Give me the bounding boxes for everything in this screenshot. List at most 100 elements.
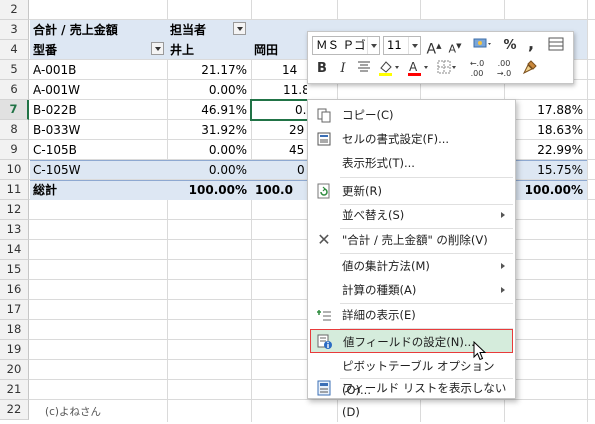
watermark-text: (c)よねさん [45, 406, 101, 418]
menu-item-label: 表示形式(T)... [342, 156, 415, 170]
row-header[interactable]: 8 [0, 120, 29, 140]
pivot-total-cell[interactable]: 100.0 [255, 180, 307, 199]
submenu-arrow-icon [501, 263, 505, 269]
increase-decimal-icon[interactable]: ←.0.00 [465, 59, 489, 79]
row-header[interactable]: 5 [0, 60, 29, 80]
font-name-combo[interactable]: ＭＳ Ｐゴ [312, 36, 380, 55]
menu-item-label: 値フィールドの設定(N)... [343, 335, 475, 349]
menu-item-label: 詳細の表示(E) [342, 308, 416, 322]
menu-separator [340, 177, 513, 178]
pivot-value-cell[interactable]: 0.00% [168, 80, 247, 99]
row-header[interactable]: 22 [0, 400, 29, 420]
pivot-value-label[interactable]: 合計 / 売上金額 [33, 20, 167, 39]
font-color-icon[interactable]: A [405, 59, 431, 79]
row-header[interactable]: 10 [0, 160, 29, 180]
copy-icon [316, 107, 332, 123]
row-header[interactable]: 21 [0, 380, 29, 400]
menu-item-show-details[interactable]: 詳細の表示(E) [310, 303, 513, 327]
row-header[interactable]: 18 [0, 320, 29, 340]
pivot-value-cell[interactable]: 31.92% [168, 120, 247, 139]
pivot-col-header[interactable]: 井上 [170, 40, 248, 59]
accounting-format-icon[interactable] [470, 36, 496, 56]
font-size-combo[interactable]: 11 [383, 36, 421, 55]
shrink-font-icon[interactable]: A▼ [445, 36, 465, 56]
row-header[interactable]: 2 [0, 0, 29, 20]
pivot-value-cell[interactable]: 46.91% [168, 100, 247, 119]
pivot-row-field[interactable]: 型番 [33, 40, 143, 59]
col-filter-dropdown-icon[interactable] [233, 22, 246, 35]
menu-item-remove-field[interactable]: ✕ "合計 / 売上金額" の削除(V) [310, 228, 513, 252]
chevron-down-icon[interactable] [408, 37, 420, 54]
pivot-value-cell[interactable]: 18.63% [516, 120, 583, 139]
pivot-row-label[interactable]: A-001B [33, 60, 163, 79]
row-header[interactable]: 17 [0, 300, 29, 320]
chevron-down-icon[interactable] [367, 37, 379, 54]
svg-text:A: A [409, 60, 418, 74]
field-list-icon [316, 380, 332, 396]
row-filter-dropdown-icon[interactable] [151, 42, 164, 55]
pivot-value-cell[interactable]: 29 [289, 120, 307, 139]
row-header[interactable]: 14 [0, 240, 29, 260]
delete-x-icon: ✕ [317, 230, 331, 249]
row-header[interactable]: 11 [0, 180, 29, 200]
pivot-value-cell[interactable]: 21.17% [168, 60, 247, 79]
pivot-row-label[interactable]: B-033W [33, 120, 163, 139]
pivot-row-label[interactable]: C-105B [33, 140, 163, 159]
mouse-cursor-icon [473, 341, 487, 361]
active-cell-selection[interactable] [250, 99, 309, 121]
pivot-total-cell[interactable]: 100.00% [516, 180, 583, 199]
font-name-value: ＭＳ Ｐゴ [316, 38, 366, 52]
row-header[interactable]: 3 [0, 20, 29, 40]
pivot-row-label[interactable]: C-105W [33, 160, 163, 179]
align-center-icon[interactable] [354, 59, 374, 79]
decrease-decimal-icon[interactable]: .00 →.0 [492, 59, 516, 79]
pivot-value-cell[interactable]: 0 [297, 160, 307, 179]
row-header[interactable]: 13 [0, 220, 29, 240]
grow-font-icon[interactable]: A▲ [424, 36, 444, 58]
percent-style-icon[interactable]: % [500, 36, 520, 56]
pivot-value-cell[interactable]: 14 [282, 60, 307, 79]
font-size-value: 11 [387, 38, 402, 52]
pivot-row-label[interactable]: B-022B [33, 100, 163, 119]
pivot-value-cell[interactable]: 15.75% [516, 160, 583, 179]
pivot-value-cell[interactable]: 11.84% [283, 80, 307, 99]
menu-item-summarize-by[interactable]: 値の集計方法(M) [310, 254, 513, 278]
pivot-value-cell[interactable]: 45 [289, 140, 307, 159]
row-header-selected[interactable]: 7 [0, 100, 29, 120]
menu-item-label: 並べ替え(S) [342, 208, 405, 222]
pivot-col-header[interactable]: 岡田 [254, 40, 304, 59]
row-header[interactable]: 19 [0, 340, 29, 360]
pivot-value-cell[interactable]: 22.99% [516, 140, 583, 159]
menu-item-number-format[interactable]: 表示形式(T)... [310, 151, 513, 175]
pivot-value-cell[interactable]: 0.00% [168, 160, 247, 179]
row-header[interactable]: 15 [0, 260, 29, 280]
format-painter-icon[interactable] [520, 59, 540, 79]
row-header[interactable]: 6 [0, 80, 29, 100]
row-header[interactable]: 12 [0, 200, 29, 220]
menu-item-copy[interactable]: コピー(C) [310, 103, 513, 127]
comma-style-icon[interactable]: , [521, 34, 541, 54]
menu-item-label: フィールド リストを表示しない(D) [342, 381, 507, 419]
row-header[interactable]: 4 [0, 40, 29, 60]
fill-color-icon[interactable] [376, 59, 402, 79]
row-header[interactable]: 16 [0, 280, 29, 300]
menu-item-sort[interactable]: 並べ替え(S) [310, 203, 513, 227]
row-header[interactable]: 9 [0, 140, 29, 160]
pivot-value-cell[interactable]: 17.88% [516, 100, 583, 119]
menu-item-label: 計算の種類(A) [342, 283, 417, 297]
menu-item-hide-field-list[interactable]: フィールド リストを表示しない(D) [310, 376, 513, 419]
pivot-col-field[interactable]: 担当者 [170, 20, 230, 39]
pivot-row-label[interactable]: A-001W [33, 80, 163, 99]
menu-item-show-values-as[interactable]: 計算の種類(A) [310, 278, 513, 302]
pivot-value-cell[interactable]: 0.00% [168, 140, 247, 159]
mini-toolbar: ＭＳ Ｐゴ 11 A▲ A▼ % , B I A ←.0.00 .00 →.0 [307, 31, 574, 84]
menu-item-refresh[interactable]: 更新(R) [310, 179, 513, 203]
format-painter-table-icon[interactable] [546, 36, 566, 56]
pivot-total-cell[interactable]: 100.00% [168, 180, 247, 199]
pivot-total-label[interactable]: 総計 [33, 180, 163, 199]
menu-item-format-cells[interactable]: セルの書式設定(F)... [310, 127, 513, 151]
italic-icon[interactable]: I [333, 59, 353, 79]
borders-icon[interactable] [435, 59, 459, 79]
bold-icon[interactable]: B [312, 59, 332, 79]
row-header[interactable]: 20 [0, 360, 29, 380]
